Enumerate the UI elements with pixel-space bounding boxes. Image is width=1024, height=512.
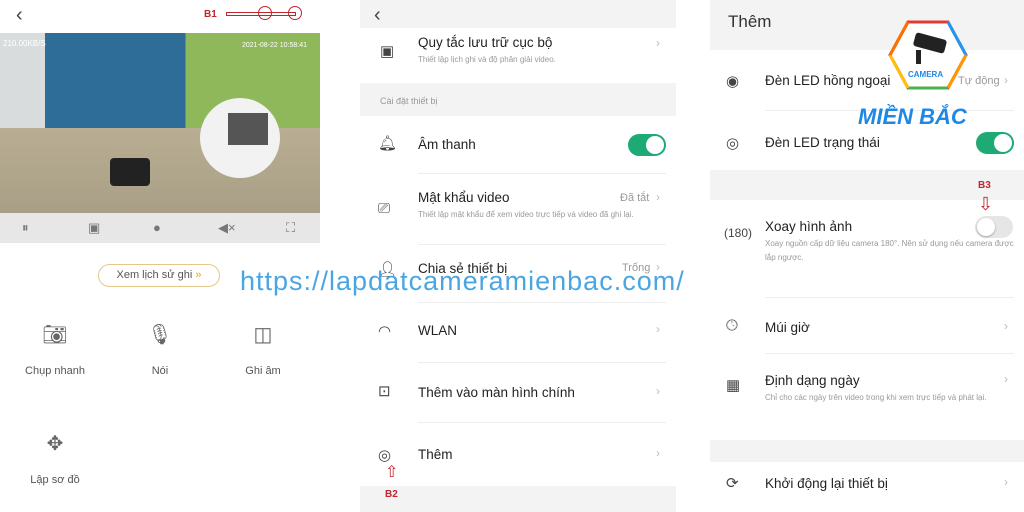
status-led-toggle[interactable] [976, 132, 1014, 154]
record-label: Ghi âm [245, 365, 281, 377]
wlan-title: WLAN [418, 323, 458, 338]
timezone-title[interactable]: Múi giờ [765, 320, 810, 335]
video-controls: ⏸ ▣ ● ◀× ⛶ [0, 213, 320, 243]
wlan-row[interactable]: ◠ WLAN › [360, 302, 676, 362]
talk-button[interactable]: 🎙︎ Nói [120, 322, 200, 377]
map-label: Lập sơ đồ [30, 474, 80, 486]
status-led-title: Đèn LED trạng thái [765, 135, 880, 150]
divider [765, 353, 1014, 354]
snapshot-label: Chụp nhanh [25, 365, 85, 377]
camera-video-feed[interactable]: 210.00KB/S 2021-08-22 10:58:41 [0, 33, 320, 213]
map-button[interactable]: ✥ Lập sơ đồ [15, 431, 95, 486]
date-format-subtitle: Chỉ cho các ngày trên video trong khi xe… [765, 393, 987, 402]
move-icon: ✥ [46, 433, 64, 455]
rotate-subtitle: Xoay nguồn cấp dữ liệu camera 180°. Nên … [765, 239, 1014, 262]
video-light-panel [228, 113, 268, 145]
chevron-right-icon: › [656, 446, 660, 460]
logo-text: MIỀN BẮC [858, 104, 967, 129]
chevron-right-icon: › [1004, 73, 1008, 87]
reboot-title: Khởi động lại thiết bị [765, 476, 888, 491]
record-button[interactable]: ◫ Ghi âm [223, 322, 303, 377]
logo-badge: CAMERA [908, 70, 944, 79]
logo-hexagon-icon [888, 20, 968, 90]
more-row[interactable]: ◎ Thêm › [360, 422, 676, 486]
ir-led-title[interactable]: Đèn LED hồng ngoại [765, 73, 890, 88]
mute-icon[interactable]: ◀× [218, 220, 236, 236]
edit-icon[interactable] [258, 6, 272, 20]
sound-toggle[interactable] [628, 134, 666, 156]
section-header: Cài đặt thiết bị [380, 96, 438, 106]
annotation-b1: B1 [204, 9, 217, 20]
chevron-right-icon: › [1004, 372, 1008, 386]
annotation-arrow-up-icon: ⇧ [385, 464, 399, 481]
camera-icon: 📷︎ [42, 324, 68, 346]
annotation-b3: B3 [978, 180, 991, 191]
more-settings-panel: Thêm ◉ Đèn LED hồng ngoại Tự động › ◎ Đè… [710, 0, 1024, 512]
stop-icon[interactable]: ▣ [88, 220, 100, 236]
video-password-title: Mật khẩu video [418, 190, 510, 205]
chevron-right-icon: › [656, 190, 660, 204]
led-icon: ◎ [726, 135, 740, 152]
infrared-icon: ◉ [726, 73, 740, 90]
watermark-url: https://lapdatcameramienbac.com/ [240, 266, 685, 296]
chevron-right-icon: › [656, 384, 660, 398]
storage-title: Quy tắc lưu trữ cục bộ [418, 35, 553, 50]
talk-label: Nói [151, 365, 169, 377]
storage-row[interactable]: ▣ Quy tắc lưu trữ cục bộ Thiết lập lịch … [360, 28, 676, 83]
device-settings-panel: ‹ ▣ Quy tắc lưu trữ cục bộ Thiết lập lịc… [360, 0, 676, 512]
snapshot-button[interactable]: 📷︎ Chụp nhanh [15, 322, 95, 377]
date-format-title[interactable]: Định dạng ngày [765, 373, 860, 388]
camera-live-panel: ‹ B1 210.00KB/S 2021-08-22 10:58:41 ⏸ ▣ … [0, 0, 340, 512]
rotate-toggle[interactable] [975, 216, 1013, 238]
settings-list: 🔔︎ Âm thanh ⎚ Mật khẩu video Đã tắt › Th… [360, 116, 676, 486]
hd-icon[interactable]: ● [153, 220, 161, 235]
bell-icon: 🔔︎ [378, 135, 398, 152]
pause-icon[interactable]: ⏸ [22, 220, 29, 236]
divider [765, 297, 1014, 298]
calendar-icon: ▦ [726, 377, 741, 394]
record-icon: ◫ [253, 324, 273, 346]
chevron-right-icon: › [1004, 475, 1008, 489]
reboot-row[interactable]: ⟳ Khởi động lại thiết bị › [710, 462, 1024, 512]
settings-icon[interactable] [288, 6, 302, 20]
bitrate: 210.00KB/S [3, 39, 46, 48]
logo: CAMERA [888, 20, 968, 90]
storage-subtitle: Thiết lập lịch ghi và độ phân giải video… [418, 55, 556, 64]
storage-icon: ▣ [380, 43, 395, 60]
homescreen-icon: ⊡ [378, 383, 391, 400]
annotation-arrow-down-icon: ⇩ [978, 194, 994, 214]
chevron-right-icon: › [656, 322, 660, 336]
video-lock-icon: ⎚ [378, 200, 391, 217]
timezone-icon: 🕓︎ [726, 317, 738, 334]
add-homescreen-title: Thêm vào màn hình chính [418, 385, 575, 400]
chevron-right-icon: › [656, 36, 660, 50]
back-icon[interactable]: ‹ [16, 4, 23, 27]
fullscreen-icon[interactable]: ⛶ [286, 220, 295, 236]
sound-row: 🔔︎ Âm thanh [360, 116, 676, 174]
video-timestamp: 2021-08-22 10:58:41 [242, 42, 307, 49]
view-history-button[interactable]: Xem lịch sử ghi » [98, 264, 220, 287]
video-password-value: Đã tắt [620, 192, 650, 204]
rotate-180-icon: (180) [724, 226, 753, 240]
annotation-b2: B2 [385, 489, 398, 500]
video-chair [110, 158, 150, 186]
microphone-icon: 🎙︎ [147, 324, 173, 346]
more-title: Thêm [418, 447, 453, 462]
reboot-icon: ⟳ [726, 475, 739, 492]
page-title: Thêm [728, 12, 772, 31]
view-history-label: Xem lịch sử ghi [116, 269, 193, 281]
video-password-row[interactable]: ⎚ Mật khẩu video Đã tắt › Thiết lập mật … [360, 174, 676, 244]
wifi-icon: ◠ [378, 323, 392, 340]
video-password-subtitle: Thiết lập mật khẩu để xem video trực tiế… [418, 210, 634, 219]
rotate-title: Xoay hình ảnh [765, 219, 853, 234]
chevron-down-icon: » [195, 269, 202, 281]
chevron-right-icon: › [1004, 319, 1008, 333]
back-icon[interactable]: ‹ [374, 4, 381, 27]
display-card: (180) Xoay hình ảnh Xoay nguồn cấp dữ li… [710, 200, 1024, 440]
sound-title: Âm thanh [418, 137, 476, 152]
add-homescreen-row[interactable]: ⊡ Thêm vào màn hình chính › [360, 362, 676, 422]
